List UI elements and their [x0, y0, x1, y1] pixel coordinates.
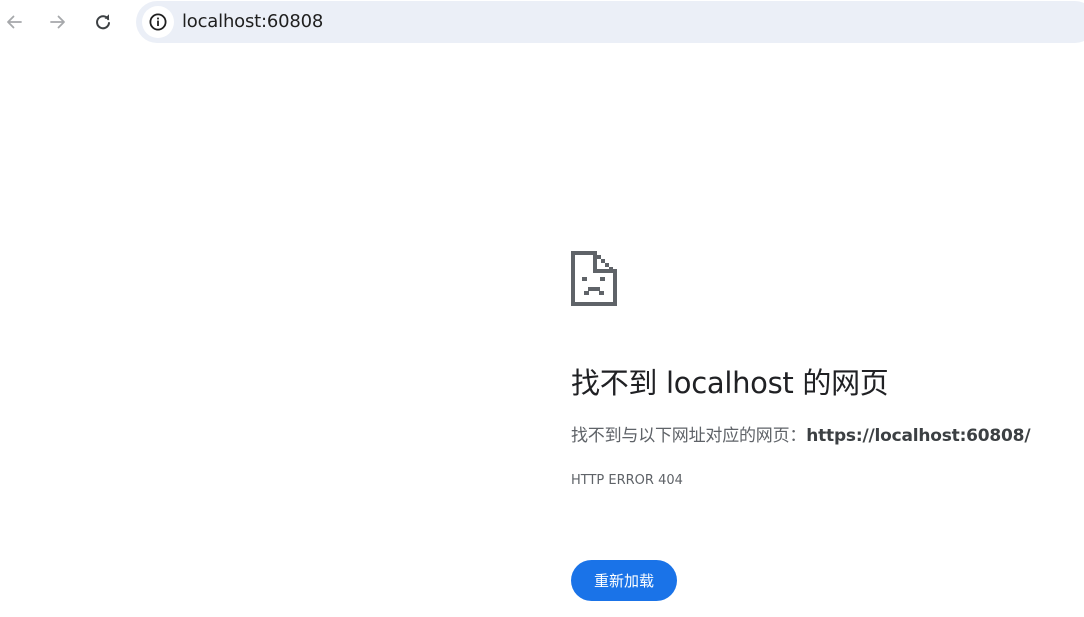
reload-icon [96, 14, 110, 30]
forward-button[interactable] [40, 4, 76, 40]
error-description: 找不到与以下网址对应的网页：https://localhost:60808/ [571, 424, 1031, 448]
arrow-right-icon [50, 15, 65, 29]
reload-button[interactable]: 重新加载 [571, 560, 677, 601]
reload-button-toolbar[interactable] [85, 4, 121, 40]
address-bar-url[interactable]: localhost:60808 [182, 11, 323, 33]
error-description-prefix: 找不到与以下网址对应的网页： [571, 426, 807, 446]
back-button[interactable] [0, 4, 32, 40]
site-info-button[interactable] [142, 6, 174, 38]
info-circle-icon [149, 13, 167, 31]
error-title: 找不到 localhost 的网页 [571, 366, 889, 400]
error-code: HTTP ERROR 404 [571, 473, 683, 488]
error-description-url: https://localhost:60808/ [806, 426, 1031, 446]
arrow-left-icon [7, 15, 22, 29]
sad-document-icon [571, 251, 617, 306]
browser-toolbar: localhost:60808 [0, 0, 1084, 44]
address-bar[interactable]: localhost:60808 [136, 1, 1084, 43]
